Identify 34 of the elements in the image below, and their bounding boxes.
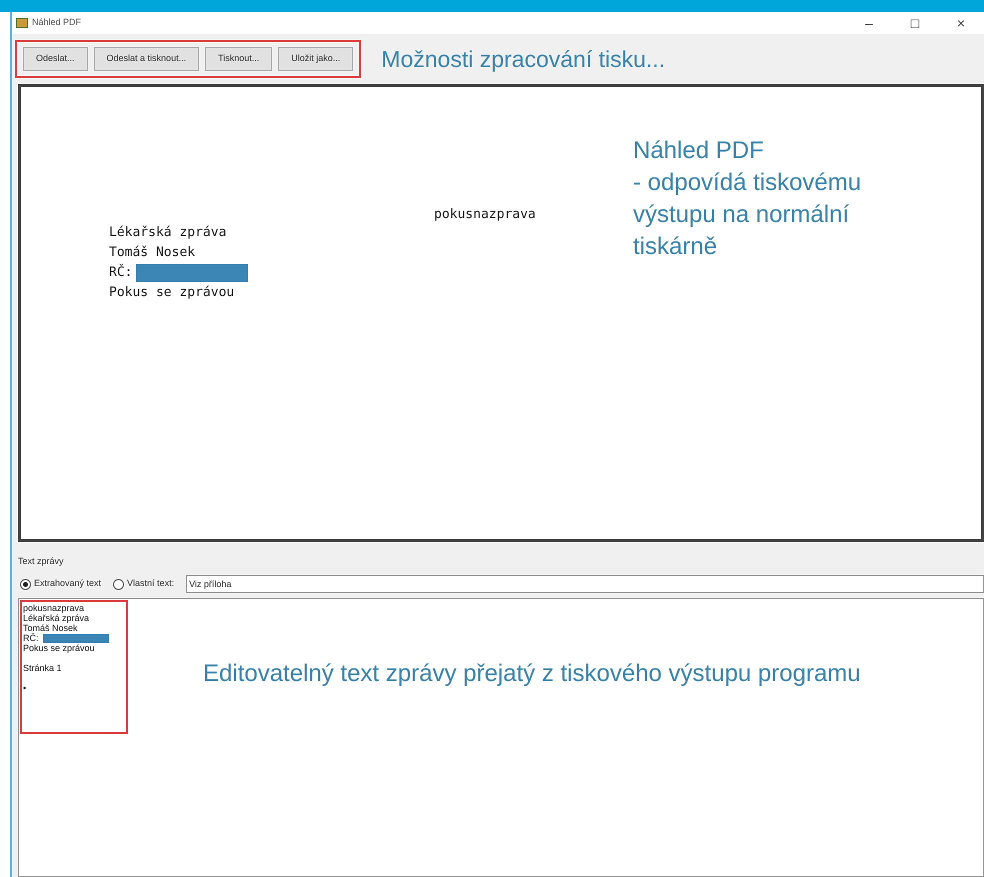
- toolbar-button[interactable]: Tisknout...: [205, 47, 272, 71]
- section-label: Text zprávy: [18, 556, 64, 566]
- input-field[interactable]: Viz příloha: [186, 575, 984, 593]
- annotation-text: výstupu na normální: [633, 200, 850, 230]
- document-line: Lékařská zpráva: [109, 224, 226, 242]
- toolbar-button[interactable]: Odeslat a tisknout...: [94, 47, 200, 71]
- document-line: Tomáš Nosek: [23, 623, 78, 633]
- document-line: •: [23, 683, 26, 693]
- document-line: RČ:: [109, 263, 132, 282]
- app-icon: [16, 18, 28, 28]
- annotation-text: tiskárně: [633, 232, 718, 262]
- document-line: Pokus se zprávou: [109, 284, 234, 302]
- maximize-button[interactable]: □: [892, 13, 938, 33]
- toolbar-button[interactable]: Odeslat...: [23, 47, 88, 71]
- radio-label[interactable]: Extrahovaný text: [34, 577, 102, 591]
- annotation-text: - odpovídá tiskovému: [633, 168, 862, 198]
- document-line: Tomáš Nosek: [109, 244, 196, 262]
- annotation-text: Editovatelný text zprávy přejatý z tiskového výstupu programu: [203, 659, 862, 689]
- radio-label[interactable]: Vlastní text:: [127, 577, 174, 591]
- window-title: Náhled PDF: [32, 16, 82, 30]
- close-button[interactable]: ×: [938, 13, 984, 33]
- radio-button[interactable]: [20, 578, 31, 590]
- redaction-bar: [42, 634, 108, 642]
- annotation-text: Náhled PDF: [633, 136, 765, 166]
- minimize-button[interactable]: –: [846, 13, 892, 33]
- document-line: Stránka 1: [23, 663, 62, 673]
- document-line: RČ:: [23, 633, 38, 643]
- document-line: Lékařská zpráva: [23, 613, 90, 623]
- document-line: Pokus se zprávou: [23, 643, 95, 653]
- annotation-text: Možnosti zpracování tisku...: [381, 44, 666, 74]
- document-header: pokusnazprava: [434, 206, 536, 224]
- document-line: pokusnazprava: [23, 603, 84, 613]
- toolbar-button[interactable]: Uložit jako...: [278, 47, 354, 71]
- radio-button[interactable]: [113, 578, 124, 590]
